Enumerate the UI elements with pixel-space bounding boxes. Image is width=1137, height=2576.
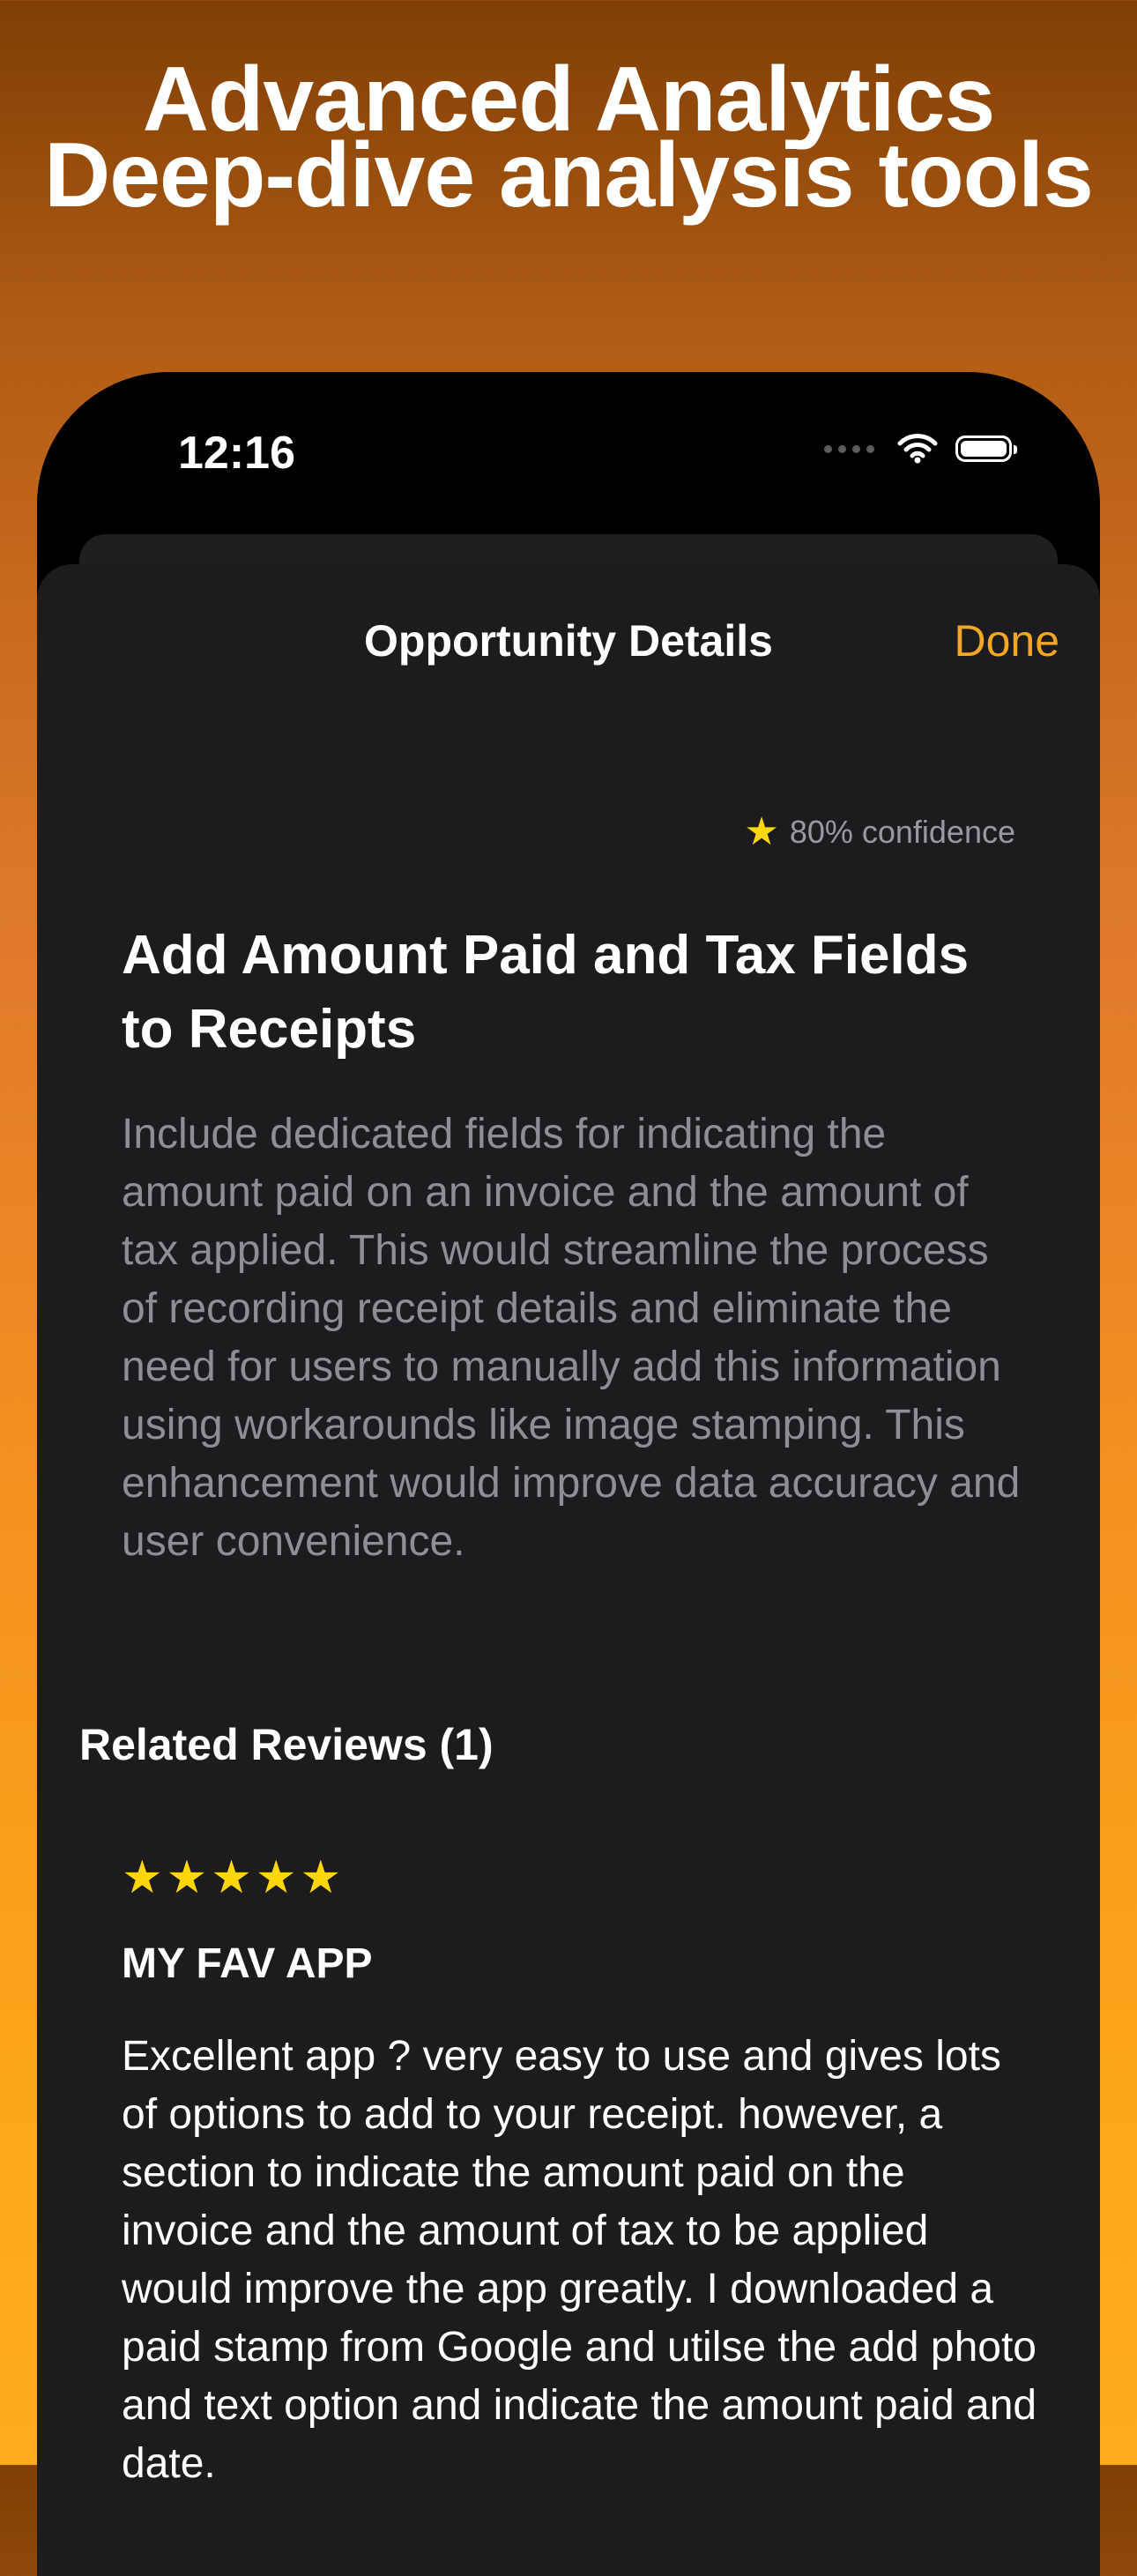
phone-frame: 12:16 Opportunity Details Done ★ 80% con… xyxy=(37,372,1100,2576)
related-reviews-header: Related Reviews (1) xyxy=(79,1720,494,1769)
confidence-label: 80% confidence xyxy=(789,814,1015,850)
review-body: Excellent app ? very easy to use and giv… xyxy=(122,2033,1037,2487)
status-time: 12:16 xyxy=(178,428,295,479)
battery-icon xyxy=(955,436,1017,462)
nav-title: Opportunity Details xyxy=(364,616,773,666)
review-rating-stars: ★★★★★ xyxy=(122,1852,346,1903)
status-icons xyxy=(824,434,1017,464)
signal-icon xyxy=(824,444,874,453)
star-icon: ★ xyxy=(744,810,779,853)
confidence-badge: ★ 80% confidence xyxy=(744,813,1015,852)
wifi-icon xyxy=(897,434,938,464)
done-button[interactable]: Done xyxy=(954,615,1059,666)
headline-line-2: Deep-dive analysis tools xyxy=(44,124,1094,227)
opportunity-description: Include dedicated fields for indicating … xyxy=(122,1111,1021,1565)
marketing-headline: Advanced Analytics Deep-dive analysis to… xyxy=(0,54,1137,227)
review-title: MY FAV APP xyxy=(122,1940,373,1987)
opportunity-details-sheet: Opportunity Details Done ★ 80% confidenc… xyxy=(37,564,1100,2576)
opportunity-title: Add Amount Paid and Tax Fields to Receip… xyxy=(122,925,970,1060)
